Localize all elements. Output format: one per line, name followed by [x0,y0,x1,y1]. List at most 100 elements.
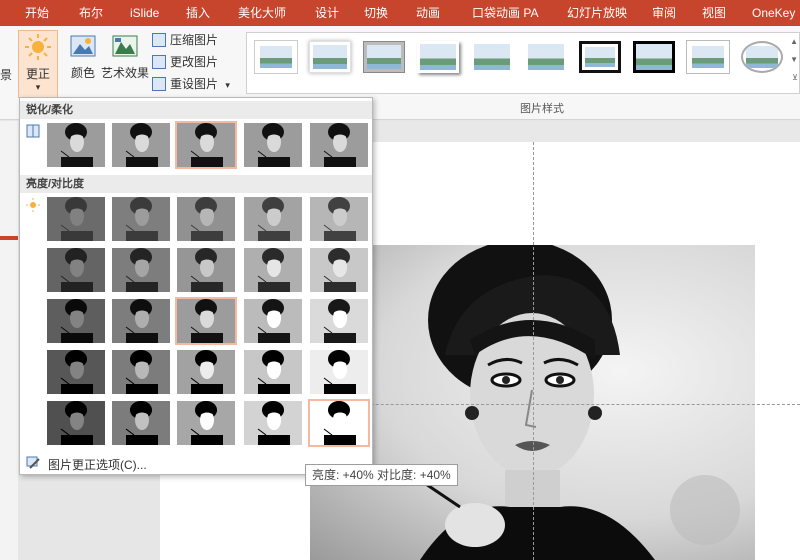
portrait-preview-image [112,123,170,167]
portrait-preview-image [244,350,302,394]
style-soft-oval[interactable] [741,41,783,73]
tab-beautify[interactable]: 美化大师 [238,0,286,26]
brightness-contrast-preset-r5c4[interactable] [244,401,302,445]
picture-correction-options-link[interactable]: 图片更正选项(C)... [48,456,147,473]
tab-animations[interactable]: 动画 [416,0,440,26]
reset-picture-button[interactable]: 重设图片 ▾ [152,74,230,94]
brightness-contrast-preset-r3c5[interactable] [310,299,368,343]
gallery-scroll-down-icon[interactable]: ▼ [790,55,798,64]
tab-transitions[interactable]: 切换 [364,0,388,26]
portrait-preview-image [177,350,235,394]
tab-home[interactable]: 开始 [25,0,49,26]
portrait-preview-image [47,248,105,292]
style-rotated-white[interactable] [687,41,729,73]
portrait-preview-image [177,123,235,167]
style-simple-frame-black[interactable] [579,41,621,73]
compress-label: 压缩图片 [170,33,219,47]
brightness-contrast-preset-r2c5[interactable] [310,248,368,292]
sharpen-preset-5[interactable] [310,123,368,167]
tab-insert[interactable]: 插入 [186,0,210,26]
portrait-preview-image [310,123,368,167]
portrait-preview-image [177,197,235,241]
portrait-preview-image [310,350,368,394]
portrait-preview-image [112,248,170,292]
portrait-preview-image [244,197,302,241]
brightness-contrast-preset-r1c5[interactable] [310,197,368,241]
brightness-contrast-preset-r1c1[interactable] [47,197,105,241]
brightness-contrast-preset-r3c1[interactable] [47,299,105,343]
brightness-icon [26,198,40,212]
compress-pictures-button[interactable]: 压缩图片 [152,30,218,50]
tab-islide[interactable]: iSlide [130,0,159,26]
sharpen-preset-1[interactable] [47,123,105,167]
picture-correction-options-icon [26,456,40,469]
brightness-contrast-preset-r1c3[interactable] [177,197,235,241]
brightness-contrast-preset-r4c5[interactable] [310,350,368,394]
portrait-preview-image [177,248,235,292]
style-reflected-rounded[interactable] [471,41,513,73]
picture-styles-gallery: ▲ ▼ ⊻ [246,32,800,94]
brightness-contrast-preset-r3c4[interactable] [244,299,302,343]
reset-picture-icon [152,77,166,91]
portrait-preview-image [112,299,170,343]
portrait-preview-image [47,401,105,445]
brightness-contrast-preset-r2c3[interactable] [177,248,235,292]
reset-picture-label: 重设图片 [170,77,219,91]
tab-view[interactable]: 视图 [702,0,726,26]
change-picture-label: 更改图片 [170,55,219,69]
gallery-scroll-up-icon[interactable]: ▲ [790,37,798,46]
sharpen-preset-4[interactable] [244,123,302,167]
picture-styles-group-label: 图片样式 [520,103,564,115]
gallery-expand-icon[interactable]: ⊻ [792,73,798,82]
style-reflected-rect[interactable] [525,41,567,73]
style-beveled-matte[interactable] [363,41,405,73]
artistic-effects-icon [112,35,138,57]
cut-off-button-label[interactable]: 景 [0,66,12,83]
style-thick-black-matte[interactable] [633,41,675,73]
brightness-contrast-preset-r4c3[interactable] [177,350,235,394]
brightness-contrast-preset-r4c1[interactable] [47,350,105,394]
portrait-preview-image [112,350,170,394]
style-drop-shadow-rect[interactable] [417,41,459,73]
brightness-contrast-preset-r5c1[interactable] [47,401,105,445]
picture-color-icon [70,35,96,57]
vertical-smart-guide [533,142,534,560]
portrait-preview-image [112,197,170,241]
artistic-effects-button[interactable]: 艺术效果 [100,30,150,92]
slide-thumbnail-panel[interactable] [0,121,18,560]
tab-onekey[interactable]: OneKey [752,0,795,26]
brightness-contrast-preset-r3c3[interactable] [175,297,237,345]
style-simple-frame-white[interactable] [255,41,297,73]
portrait-preview-image [47,197,105,241]
portrait-preview-image [47,299,105,343]
brightness-contrast-preset-r1c4[interactable] [244,197,302,241]
portrait-preview-image [47,123,105,167]
brightness-contrast-header: 亮度/对比度 [20,175,372,193]
sharpen-preset-3[interactable] [175,121,237,169]
tab-design[interactable]: 设计 [315,0,339,26]
brightness-contrast-preset-r4c4[interactable] [244,350,302,394]
brightness-contrast-preset-r4c2[interactable] [112,350,170,394]
brightness-contrast-preset-r2c2[interactable] [112,248,170,292]
brightness-contrast-preset-r3c2[interactable] [112,299,170,343]
selected-slide-marker [0,236,18,240]
tab-bool[interactable]: 布尔 [79,0,103,26]
brightness-contrast-preset-r1c2[interactable] [112,197,170,241]
brightness-contrast-preset-r5c2[interactable] [112,401,170,445]
style-soft-edge-rect[interactable] [309,41,351,73]
artistic-effects-label: 艺术效果 [100,66,149,80]
tab-slideshow[interactable]: 幻灯片放映 [567,0,627,26]
tab-review[interactable]: 审阅 [652,0,676,26]
sharpen-preset-2[interactable] [112,123,170,167]
change-picture-icon [152,55,166,69]
tab-pocket-animation[interactable]: 口袋动画 PA [472,0,538,26]
brightness-contrast-preset-r2c1[interactable] [47,248,105,292]
change-picture-button[interactable]: 更改图片 [152,52,218,72]
chevron-down-icon: ▾ [35,82,41,92]
brightness-contrast-preset-r2c4[interactable] [244,248,302,292]
portrait-preview-image [244,299,302,343]
brightness-contrast-preset-r5c3[interactable] [177,401,235,445]
brightness-contrast-preset-r5c5[interactable] [308,399,370,447]
thumbnail-tooltip: 亮度: +40% 对比度: +40% [305,464,458,486]
corrections-button[interactable]: 更正 ▾ [18,30,58,98]
